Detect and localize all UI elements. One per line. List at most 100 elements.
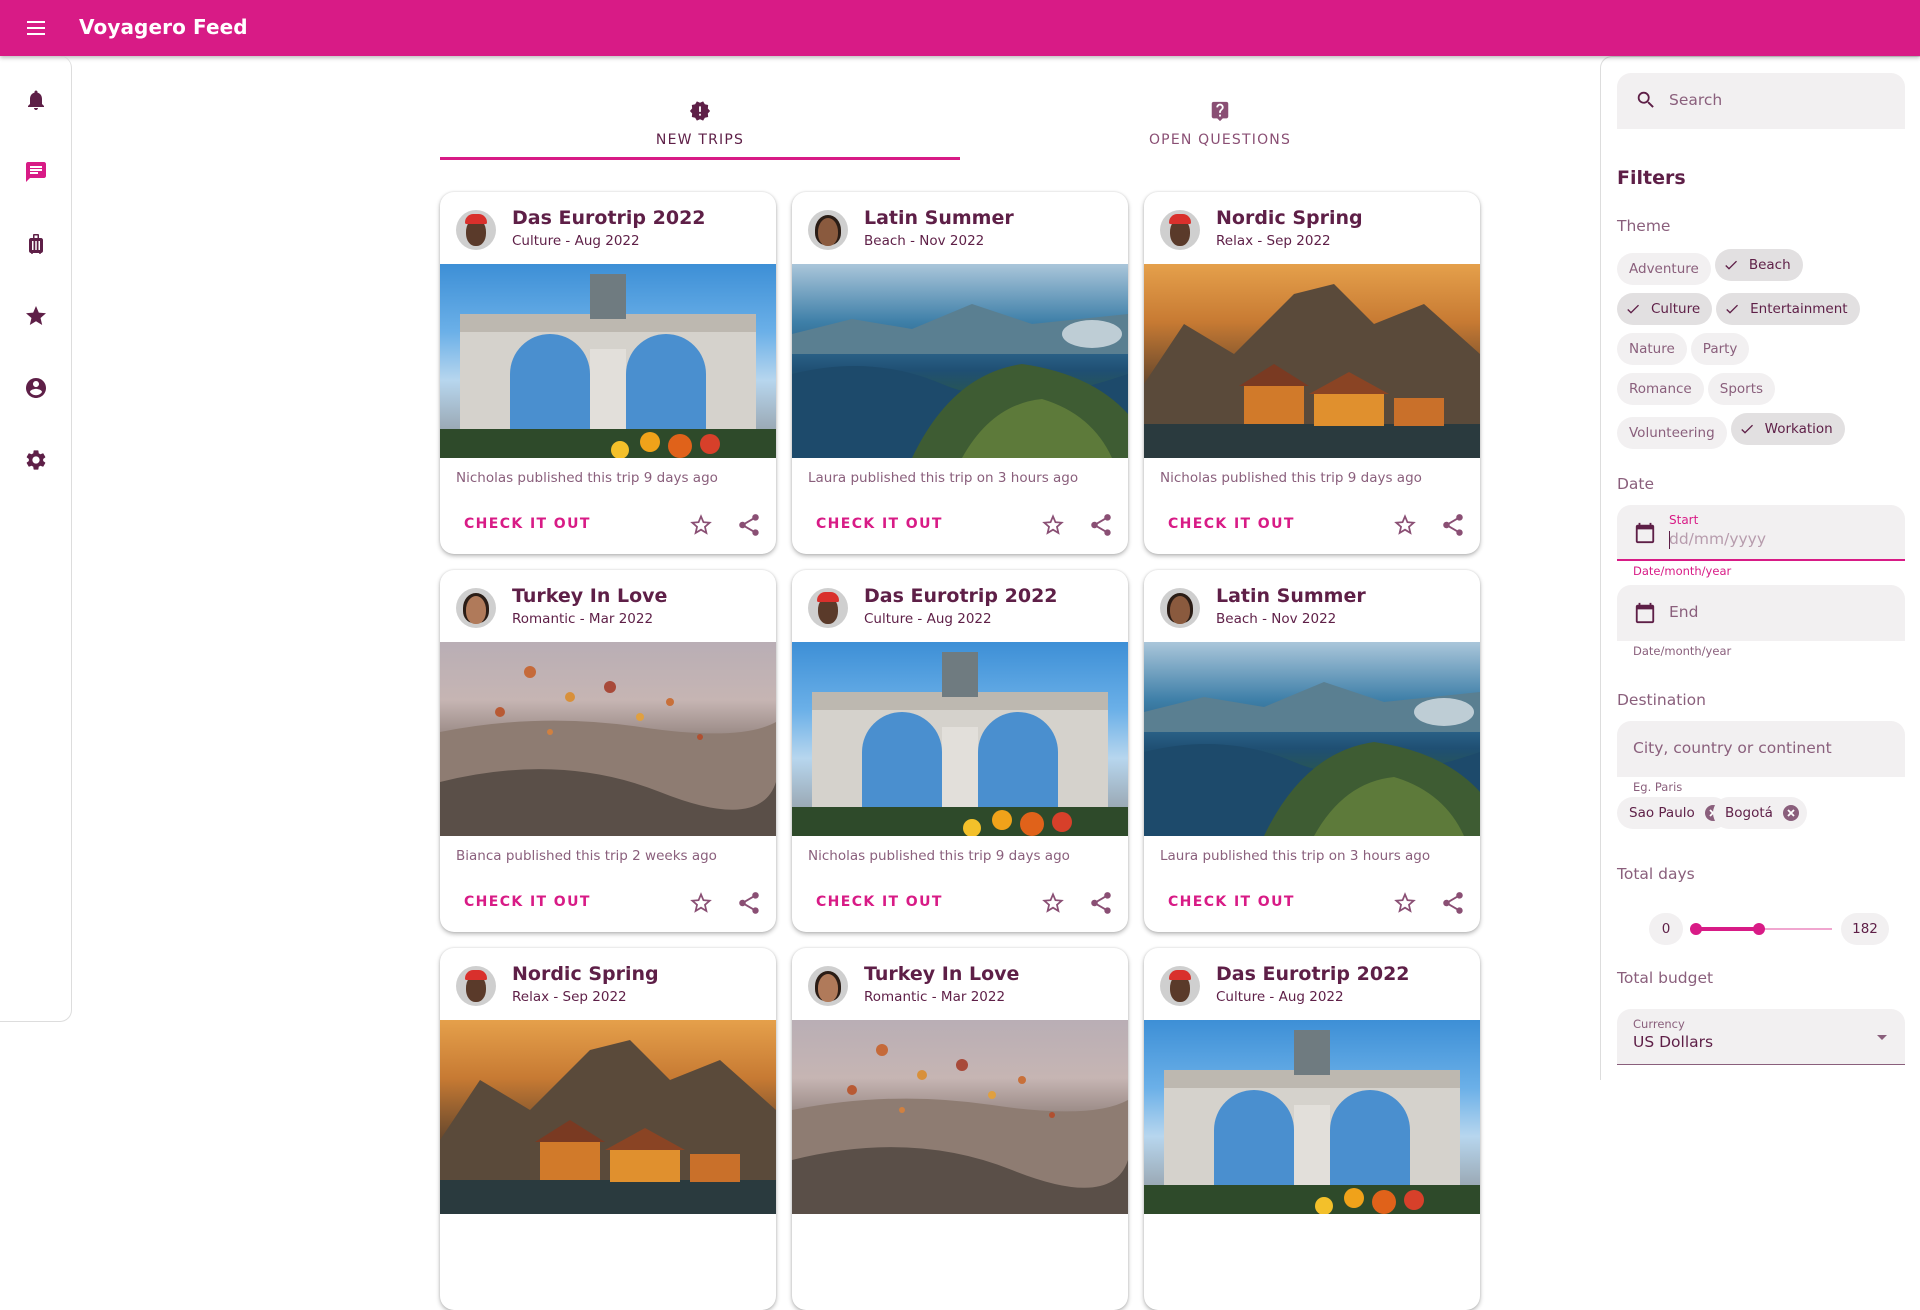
- share-icon[interactable]: [736, 890, 762, 916]
- slider-thumb-low[interactable]: [1690, 923, 1702, 935]
- trip-subtitle: Culture - Aug 2022: [1216, 989, 1344, 1005]
- share-icon[interactable]: [1088, 512, 1114, 538]
- theme-chip-adventure[interactable]: Adventure: [1617, 253, 1711, 285]
- trip-subtitle: Relax - Sep 2022: [512, 989, 627, 1005]
- trip-image[interactable]: [792, 264, 1128, 458]
- trip-subtitle: Beach - Nov 2022: [864, 233, 985, 249]
- destination-input[interactable]: City, country or continent: [1617, 721, 1905, 777]
- slider-active-track: [1696, 927, 1759, 931]
- bell-icon[interactable]: [24, 88, 48, 112]
- trip-image-coast: [792, 264, 1128, 458]
- check-it-out-button[interactable]: CHECK IT OUT: [1160, 510, 1303, 538]
- avatar: [456, 966, 496, 1006]
- chat-icon[interactable]: [24, 160, 48, 184]
- trip-card[interactable]: Nordic Spring Relax - Sep 2022 Nicholas pu…: [1144, 192, 1480, 554]
- theme-chip-beach[interactable]: Beach: [1714, 249, 1803, 281]
- trip-card[interactable]: Nordic Spring Relax - Sep 2022: [440, 948, 776, 1310]
- trip-card[interactable]: Latin Summer Beach - Nov 2022 Laura publis…: [1144, 570, 1480, 932]
- tab-new-trips[interactable]: NEW TRIPS: [440, 96, 960, 160]
- avatar: [808, 966, 848, 1006]
- avatar: [1160, 210, 1200, 250]
- theme-chip-sports[interactable]: Sports: [1707, 373, 1776, 405]
- start-date-helper: Date/month/year: [1633, 564, 1732, 578]
- days-min-value: 0: [1649, 913, 1683, 945]
- trip-card[interactable]: Latin Summer Beach - Nov 2022 Laura publis…: [792, 192, 1128, 554]
- days-range-slider[interactable]: [1690, 919, 1832, 939]
- theme-chip-label: Party: [1702, 341, 1738, 357]
- trip-image[interactable]: [792, 642, 1128, 836]
- tab-open-questions[interactable]: OPEN QUESTIONS: [960, 96, 1480, 160]
- trip-image[interactable]: [1144, 1020, 1480, 1214]
- end-date-label: End: [1669, 603, 1699, 621]
- favorite-star-icon[interactable]: [1392, 512, 1418, 538]
- share-icon[interactable]: [1440, 890, 1466, 916]
- published-text: Laura published this trip on 3 hours ago: [1160, 848, 1431, 864]
- menu-icon[interactable]: [24, 16, 48, 40]
- avatar: [456, 588, 496, 628]
- days-max-value: 182: [1841, 913, 1889, 945]
- start-date-field[interactable]: Start dd/mm/yyyy: [1617, 505, 1905, 561]
- search-icon: [1635, 89, 1657, 111]
- favorite-star-icon[interactable]: [1040, 890, 1066, 916]
- trip-card[interactable]: Turkey In Love Romantic - Mar 2022 Bianca …: [440, 570, 776, 932]
- theme-chip-label: Nature: [1629, 341, 1675, 357]
- favorite-star-icon[interactable]: [688, 890, 714, 916]
- trip-image[interactable]: [1144, 642, 1480, 836]
- gear-icon[interactable]: [24, 448, 48, 472]
- trip-image[interactable]: [440, 264, 776, 458]
- calendar-icon: [1634, 602, 1656, 624]
- theme-chip-volunteering[interactable]: Volunteering: [1617, 417, 1727, 449]
- destination-chip[interactable]: Bogotá: [1713, 797, 1807, 829]
- trip-title: Turkey In Love: [512, 585, 668, 607]
- theme-chip-romance[interactable]: Romance: [1617, 373, 1704, 405]
- share-icon[interactable]: [1440, 512, 1466, 538]
- trip-card[interactable]: Turkey In Love Romantic - Mar 2022: [792, 948, 1128, 1310]
- slider-thumb-high[interactable]: [1752, 923, 1765, 935]
- remove-chip-icon[interactable]: [1782, 805, 1799, 821]
- share-icon[interactable]: [1088, 890, 1114, 916]
- search-input[interactable]: Search: [1617, 73, 1905, 129]
- trip-image[interactable]: [440, 1020, 776, 1214]
- trip-subtitle: Beach - Nov 2022: [1216, 611, 1337, 627]
- check-it-out-button[interactable]: CHECK IT OUT: [808, 510, 951, 538]
- active-tab-indicator: [440, 157, 960, 160]
- theme-chip-nature[interactable]: Nature: [1617, 333, 1687, 365]
- check-it-out-button[interactable]: CHECK IT OUT: [456, 888, 599, 916]
- feed-tabs: NEW TRIPS OPEN QUESTIONS: [440, 96, 1480, 160]
- trip-image[interactable]: [440, 642, 776, 836]
- theme-chip-culture[interactable]: Culture: [1617, 293, 1713, 325]
- check-icon: [1726, 304, 1739, 314]
- favorite-star-icon[interactable]: [1392, 890, 1418, 916]
- trip-card[interactable]: Das Eurotrip 2022 Culture - Aug 2022 Nicho…: [792, 570, 1128, 932]
- destination-label: Destination: [1617, 691, 1706, 709]
- favorite-star-icon[interactable]: [1040, 512, 1066, 538]
- account-icon[interactable]: [24, 376, 48, 400]
- theme-chip-party[interactable]: Party: [1690, 333, 1750, 365]
- currency-select[interactable]: Currency US Dollars: [1617, 1009, 1905, 1065]
- destination-chip[interactable]: Sao Paulo: [1617, 797, 1729, 829]
- theme-chip-label: Adventure: [1629, 261, 1699, 277]
- luggage-icon[interactable]: [24, 232, 48, 256]
- star-icon[interactable]: [24, 304, 48, 328]
- avatar-face: [818, 974, 838, 1002]
- trip-image[interactable]: [792, 1020, 1128, 1214]
- trip-image[interactable]: [1144, 264, 1480, 458]
- end-date-field[interactable]: End: [1617, 585, 1905, 641]
- theme-chip-entertainment[interactable]: Entertainment: [1716, 293, 1860, 325]
- new-releases-icon: [689, 100, 711, 122]
- destination-chip-label: Bogotá: [1725, 805, 1773, 821]
- search-placeholder: Search: [1669, 91, 1723, 109]
- trip-title: Nordic Spring: [1216, 207, 1363, 229]
- trip-title: Das Eurotrip 2022: [864, 585, 1058, 607]
- check-it-out-button[interactable]: CHECK IT OUT: [808, 888, 951, 916]
- trip-card[interactable]: Das Eurotrip 2022 Culture - Aug 2022: [1144, 948, 1480, 1310]
- trip-title: Latin Summer: [1216, 585, 1366, 607]
- theme-chip-workation[interactable]: Workation: [1730, 413, 1845, 445]
- check-it-out-button[interactable]: CHECK IT OUT: [456, 510, 599, 538]
- check-it-out-button[interactable]: CHECK IT OUT: [1160, 888, 1303, 916]
- currency-value: US Dollars: [1633, 1033, 1714, 1051]
- share-icon[interactable]: [736, 512, 762, 538]
- favorite-star-icon[interactable]: [688, 512, 714, 538]
- tab-label: NEW TRIPS: [655, 132, 745, 148]
- trip-card[interactable]: Das Eurotrip 2022 Culture - Aug 2022 Nicho…: [440, 192, 776, 554]
